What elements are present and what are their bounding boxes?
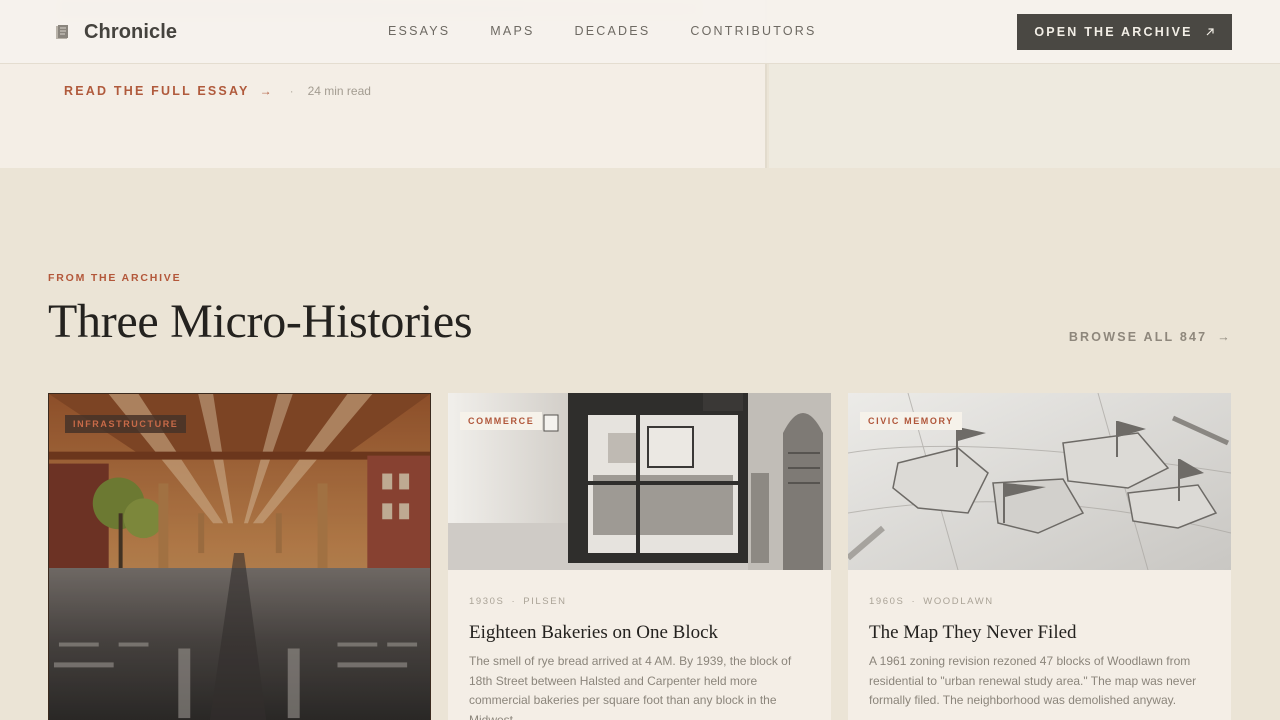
arrow-right-icon: → xyxy=(1217,330,1232,344)
category-tag: INFRASTRUCTURE xyxy=(65,415,187,433)
story-place: PILSEN xyxy=(523,596,567,607)
arrow-right-icon: → xyxy=(259,84,272,98)
open-archive-label: OPEN THE ARCHIVE xyxy=(1034,25,1193,39)
open-archive-button[interactable]: OPEN THE ARCHIVE xyxy=(1017,14,1232,50)
category-tag: COMMERCE xyxy=(460,412,543,430)
story-place: WOODLAWN xyxy=(923,596,994,607)
featured-essay-footer: READ THE FULL ESSAY → · 24 min read xyxy=(64,84,371,98)
read-time: 24 min read xyxy=(307,84,371,98)
separator-dot: · xyxy=(289,84,294,98)
story-card-infrastructure[interactable]: INFRASTRUCTURE xyxy=(48,393,431,720)
nav-link-decades[interactable]: DECADES xyxy=(575,24,651,38)
story-excerpt: The smell of rye bread arrived at 4 AM. … xyxy=(469,654,792,720)
elevated-tracks-photo xyxy=(49,394,430,720)
story-title[interactable]: The Map They Never Filed xyxy=(869,622,1077,644)
browse-all-label: BROWSE ALL 847 xyxy=(1068,330,1208,344)
separator-dot: · xyxy=(911,596,917,607)
story-decade: 1930S xyxy=(469,596,505,607)
nav-link-contributors[interactable]: CONTRIBUTORS xyxy=(690,24,816,38)
story-card-commerce[interactable]: COMMERCE 1930S · PILSEN Eighteen Bakeries … xyxy=(448,393,831,720)
read-full-essay-link[interactable]: READ THE FULL ESSAY xyxy=(64,84,250,98)
story-decade: 1960S xyxy=(869,596,905,607)
browse-all-link[interactable]: BROWSE ALL 847 → xyxy=(1069,330,1232,344)
category-tag: CIVIC MEMORY xyxy=(860,412,962,430)
arrow-up-right-icon xyxy=(1206,28,1214,36)
archive-book-icon xyxy=(56,25,68,39)
story-card-civic-memory[interactable]: CIVIC MEMORY 1960S · WOODLAWN The Map They… xyxy=(848,393,1231,720)
story-excerpt: A 1961 zoning revision rezoned 47 blocks… xyxy=(869,654,1197,707)
separator-dot: · xyxy=(511,596,517,607)
story-title[interactable]: Eighteen Bakeries on One Block xyxy=(469,622,718,644)
section-title: Three Micro-Histories xyxy=(48,295,473,348)
nav-link-maps[interactable]: MAPS xyxy=(490,24,534,38)
brand-name: Chronicle xyxy=(84,20,178,43)
section-eyebrow: FROM THE ARCHIVE xyxy=(48,272,182,284)
brand[interactable]: Chronicle xyxy=(54,20,177,44)
nav-link-essays[interactable]: ESSAYS xyxy=(388,24,450,38)
story-meta: 1930S · PILSEN xyxy=(469,596,567,607)
story-meta: 1960S · WOODLAWN xyxy=(869,596,994,607)
nav-links: ESSAYS MAPS DECADES CONTRIBUTORS xyxy=(388,24,857,38)
top-nav: Chronicle ESSAYS MAPS DECADES CONTRIBUTO… xyxy=(0,0,1280,64)
